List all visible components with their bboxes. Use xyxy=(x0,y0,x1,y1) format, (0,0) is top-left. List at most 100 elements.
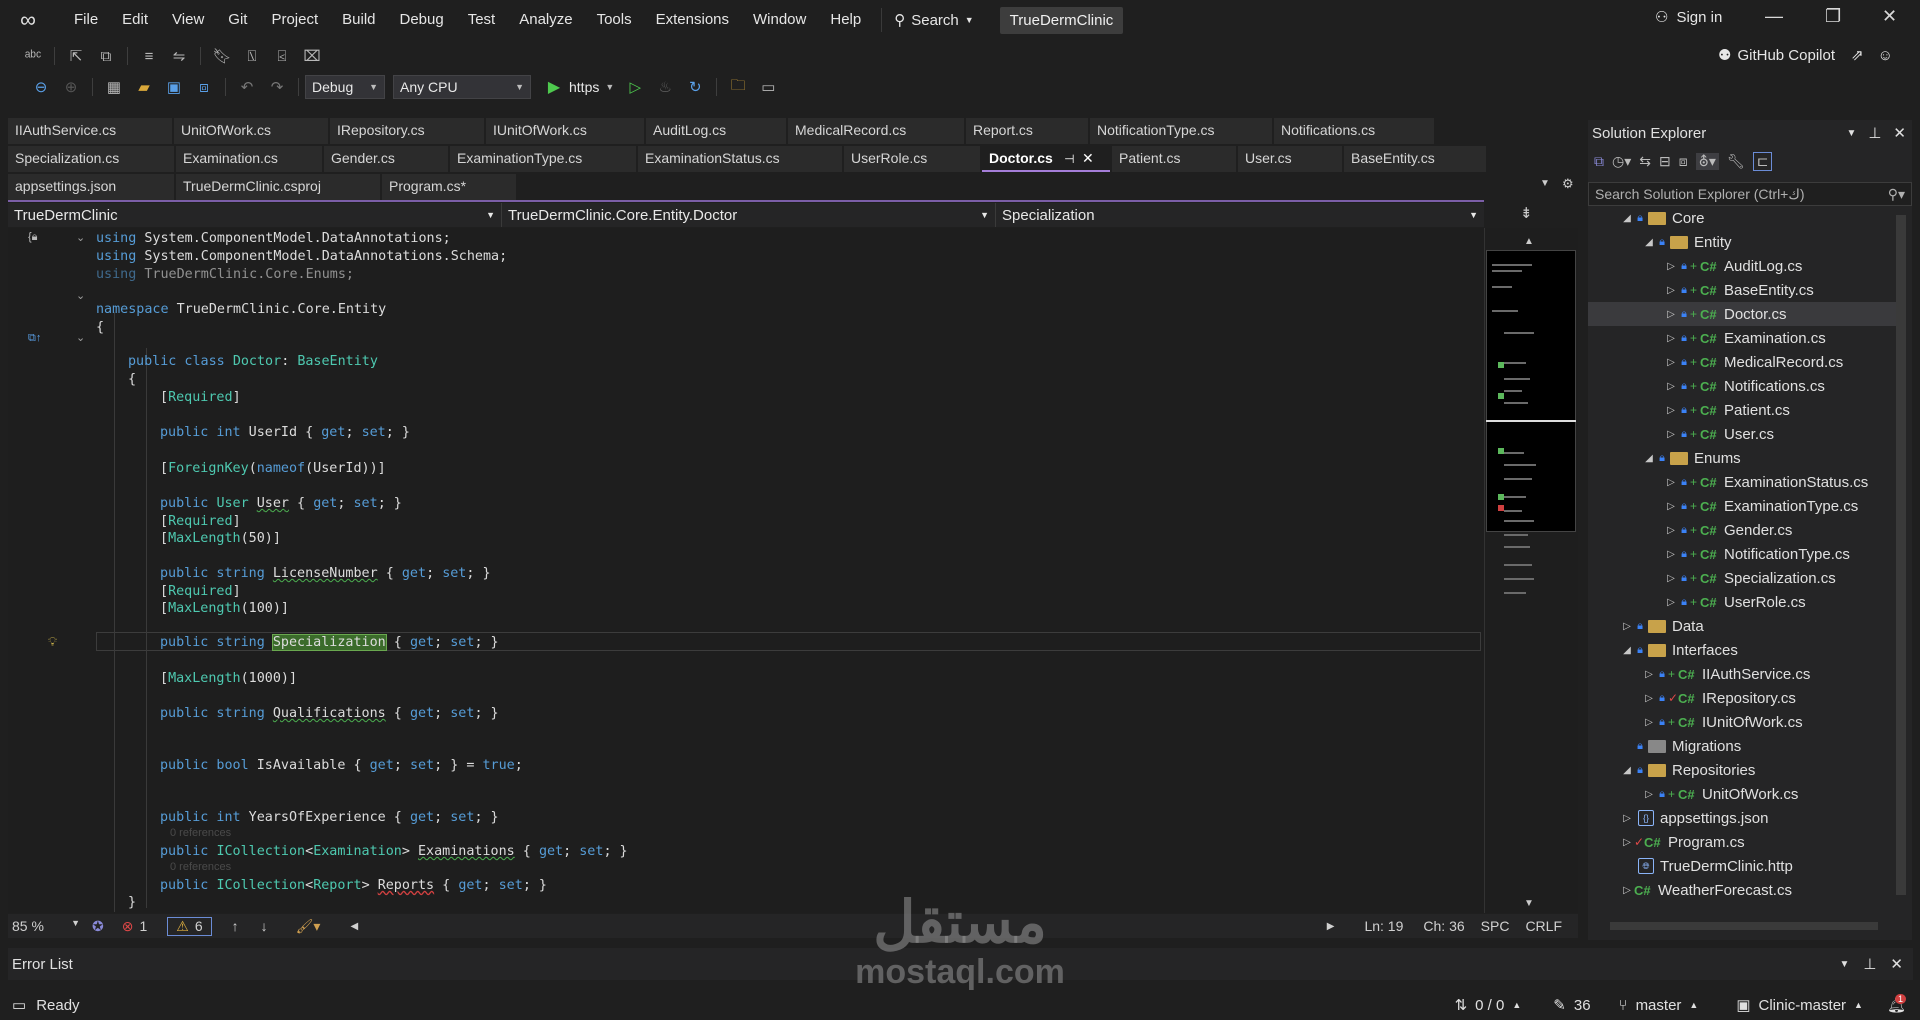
preview-icon[interactable]: ⊏ xyxy=(1752,151,1773,171)
line-indicator[interactable]: Ln: 19 xyxy=(1364,918,1403,934)
collapsed-arrow-icon[interactable]: ▷ xyxy=(1664,333,1678,344)
zoom-select[interactable]: 85 % ▼ xyxy=(8,918,80,934)
tree-item-enums[interactable]: ◢ 🔒︎ Enums xyxy=(1588,446,1896,470)
codelens-references[interactable]: 0 references xyxy=(170,827,231,839)
tree-horizontal-scrollbar[interactable] xyxy=(1610,922,1878,930)
tab-report-cs[interactable]: Report.cs xyxy=(966,118,1088,144)
tab-overflow-icon[interactable]: ▼ xyxy=(1540,178,1550,189)
github-copilot-button[interactable]: ⚉ GitHub Copilot ⇗ ☺ xyxy=(1718,46,1893,65)
minimap-viewport[interactable] xyxy=(1486,250,1576,532)
warning-filter[interactable]: ⚠ 6 xyxy=(167,916,212,936)
collapsed-arrow-icon[interactable]: ▷ xyxy=(1664,261,1678,272)
menu-item-build[interactable]: Build xyxy=(330,0,387,40)
close-window-icon[interactable]: ✕ xyxy=(1882,6,1897,27)
tree-item-program-cs[interactable]: ▷ ✓ C# Program.cs xyxy=(1588,830,1896,854)
start-debugging-icon[interactable]: ▶ xyxy=(542,76,566,98)
menu-item-window[interactable]: Window xyxy=(741,0,818,40)
pin-icon[interactable]: ⊥ xyxy=(1868,124,1881,142)
tree-item-doctor-cs[interactable]: ▷ 🔒︎ + C# Doctor.cs xyxy=(1588,302,1896,326)
pencil-icon[interactable]: ✎ xyxy=(1553,996,1566,1014)
tab-iunitofwork-cs[interactable]: IUnitOfWork.cs xyxy=(486,118,644,144)
menu-item-git[interactable]: Git xyxy=(216,0,259,40)
codelens-references[interactable]: 0 references xyxy=(170,861,231,873)
tab-user-cs[interactable]: User.cs xyxy=(1238,146,1342,172)
error-count[interactable]: 1 xyxy=(139,918,147,934)
scroll-down-icon[interactable]: ▼ xyxy=(1524,898,1534,909)
code-editor[interactable]: ⌄ ⌄ ⌄ {🔒︎ ⧉↑ 💡︎ using System.ComponentMo… xyxy=(8,228,1484,913)
tree-item-iunitofwork-cs[interactable]: ▷ 🔒︎ + C# IUnitOfWork.cs xyxy=(1588,710,1896,734)
tree-item-irepository-cs[interactable]: ▷ 🔒︎ ✓ C# IRepository.cs xyxy=(1588,686,1896,710)
sync-count[interactable]: 0 / 0 xyxy=(1475,997,1504,1014)
tree-item-iiauthservice-cs[interactable]: ▷ 🔒︎ + C# IIAuthService.cs xyxy=(1588,662,1896,686)
scroll-up-icon[interactable]: ▲ xyxy=(1524,236,1534,247)
back-icon[interactable]: ⊖ xyxy=(29,76,53,98)
branch-name[interactable]: master xyxy=(1636,997,1682,1014)
scroll-left-icon[interactable]: ◀ xyxy=(350,921,358,932)
feedback-icon[interactable]: ☺ xyxy=(1878,47,1893,64)
health-icon[interactable]: ✪ xyxy=(92,918,104,935)
repository-icon[interactable]: ▣ xyxy=(1736,996,1750,1014)
member-dropdown[interactable]: Specialization ▼ xyxy=(996,203,1484,227)
tab-notifications-cs[interactable]: Notifications.cs xyxy=(1274,118,1434,144)
tab-patient-cs[interactable]: Patient.cs xyxy=(1112,146,1236,172)
sign-in-button[interactable]: ⚇ Sign in xyxy=(1655,8,1722,27)
collapsed-arrow-icon[interactable]: ▷ xyxy=(1664,573,1678,584)
inheritance-margin-icon[interactable]: ⧉↑ xyxy=(28,332,41,345)
tab-auditlog-cs[interactable]: AuditLog.cs xyxy=(646,118,786,144)
configuration-select[interactable]: Debug ▼ xyxy=(305,75,385,99)
tree-item-appsettings-json[interactable]: ▷ {} appsettings.json xyxy=(1588,806,1896,830)
chevron-up-icon[interactable]: ▲ xyxy=(1854,1000,1863,1010)
tree-item-baseentity-cs[interactable]: ▷ 🔒︎ + C# BaseEntity.cs xyxy=(1588,278,1896,302)
tree-item-user-cs[interactable]: ▷ 🔒︎ + C# User.cs xyxy=(1588,422,1896,446)
menu-item-help[interactable]: Help xyxy=(818,0,873,40)
collapsed-arrow-icon[interactable]: ▷ xyxy=(1642,669,1656,680)
cleanup-icon[interactable]: 🖌︎▾ xyxy=(296,918,321,935)
tab-gender-cs[interactable]: Gender.cs xyxy=(324,146,448,172)
collapsed-arrow-icon[interactable]: ▷ xyxy=(1620,621,1634,632)
project-dropdown[interactable]: TrueDermClinic ▼ xyxy=(8,203,502,227)
switch-views-icon[interactable]: ⧉ xyxy=(1594,153,1604,170)
copy-path-icon[interactable]: ⧉ xyxy=(94,45,118,67)
save-icon[interactable]: ▣ xyxy=(162,76,186,98)
collapsed-arrow-icon[interactable]: ▷ xyxy=(1664,549,1678,560)
outdent-icon[interactable]: ⇋ xyxy=(167,45,191,67)
tree-item-examination-cs[interactable]: ▷ 🔒︎ + C# Examination.cs xyxy=(1588,326,1896,350)
collapsed-arrow-icon[interactable]: ▷ xyxy=(1664,477,1678,488)
properties-icon[interactable]: 🔧︎ xyxy=(1727,153,1745,170)
select-icon[interactable]: ⇱ xyxy=(64,45,88,67)
collapsed-arrow-icon[interactable]: ▷ xyxy=(1664,429,1678,440)
show-all-files-icon[interactable]: ⧈ xyxy=(1679,153,1688,170)
chevron-up-icon[interactable]: ▲ xyxy=(1689,1000,1698,1010)
collapsed-arrow-icon[interactable]: ▷ xyxy=(1664,597,1678,608)
panel-menu-icon[interactable]: ▼ xyxy=(1839,959,1849,970)
tab-userrole-cs[interactable]: UserRole.cs xyxy=(844,146,980,172)
scroll-right-icon[interactable]: ▶ xyxy=(1327,921,1335,932)
collapsed-arrow-icon[interactable]: ▷ xyxy=(1664,285,1678,296)
previous-issue-icon[interactable]: ↑ xyxy=(232,918,239,934)
layout-icon[interactable]: ▭ xyxy=(756,76,780,98)
open-file-icon[interactable]: ▰ xyxy=(132,76,156,98)
repository-name[interactable]: Clinic-master xyxy=(1759,997,1847,1014)
error-list-title[interactable]: Error List xyxy=(12,956,73,973)
new-project-icon[interactable]: ▦ xyxy=(102,76,126,98)
tree-item-notifications-cs[interactable]: ▷ 🔒︎ + C# Notifications.cs xyxy=(1588,374,1896,398)
refresh-icon[interactable]: ↻ xyxy=(683,76,707,98)
collapsed-arrow-icon[interactable]: ▷ xyxy=(1620,885,1634,896)
share-icon[interactable]: ⇗ xyxy=(1851,46,1864,64)
tab-doctor-cs[interactable]: Doctor.cs ⊣ ✕ xyxy=(982,146,1110,172)
collapsed-arrow-icon[interactable]: ▷ xyxy=(1664,309,1678,320)
pin-icon[interactable]: ⊥ xyxy=(1863,955,1876,973)
collapse-all-icon[interactable]: ⊟ xyxy=(1659,153,1671,170)
tab-irepository-cs[interactable]: IRepository.cs xyxy=(330,118,484,144)
menu-item-view[interactable]: View xyxy=(160,0,216,40)
menu-item-test[interactable]: Test xyxy=(456,0,508,40)
collapsed-arrow-icon[interactable]: ▷ xyxy=(1642,717,1656,728)
close-panel-icon[interactable]: ✕ xyxy=(1893,124,1906,142)
tree-item-medicalrecord-cs[interactable]: ▷ 🔒︎ + C# MedicalRecord.cs xyxy=(1588,350,1896,374)
tree-item-truedermclinic-http[interactable]: 🌐︎ TrueDermClinic.http xyxy=(1588,854,1896,878)
tab-examinationstatus-cs[interactable]: ExaminationStatus.cs xyxy=(638,146,842,172)
solution-explorer-search[interactable]: Search Solution Explorer (Ctrl+ك) ⚲▾ xyxy=(1588,182,1912,206)
tree-item-patient-cs[interactable]: ▷ 🔒︎ + C# Patient.cs xyxy=(1588,398,1896,422)
menu-item-debug[interactable]: Debug xyxy=(388,0,456,40)
bookmark-prev-icon[interactable]: ⍂ xyxy=(240,45,264,67)
